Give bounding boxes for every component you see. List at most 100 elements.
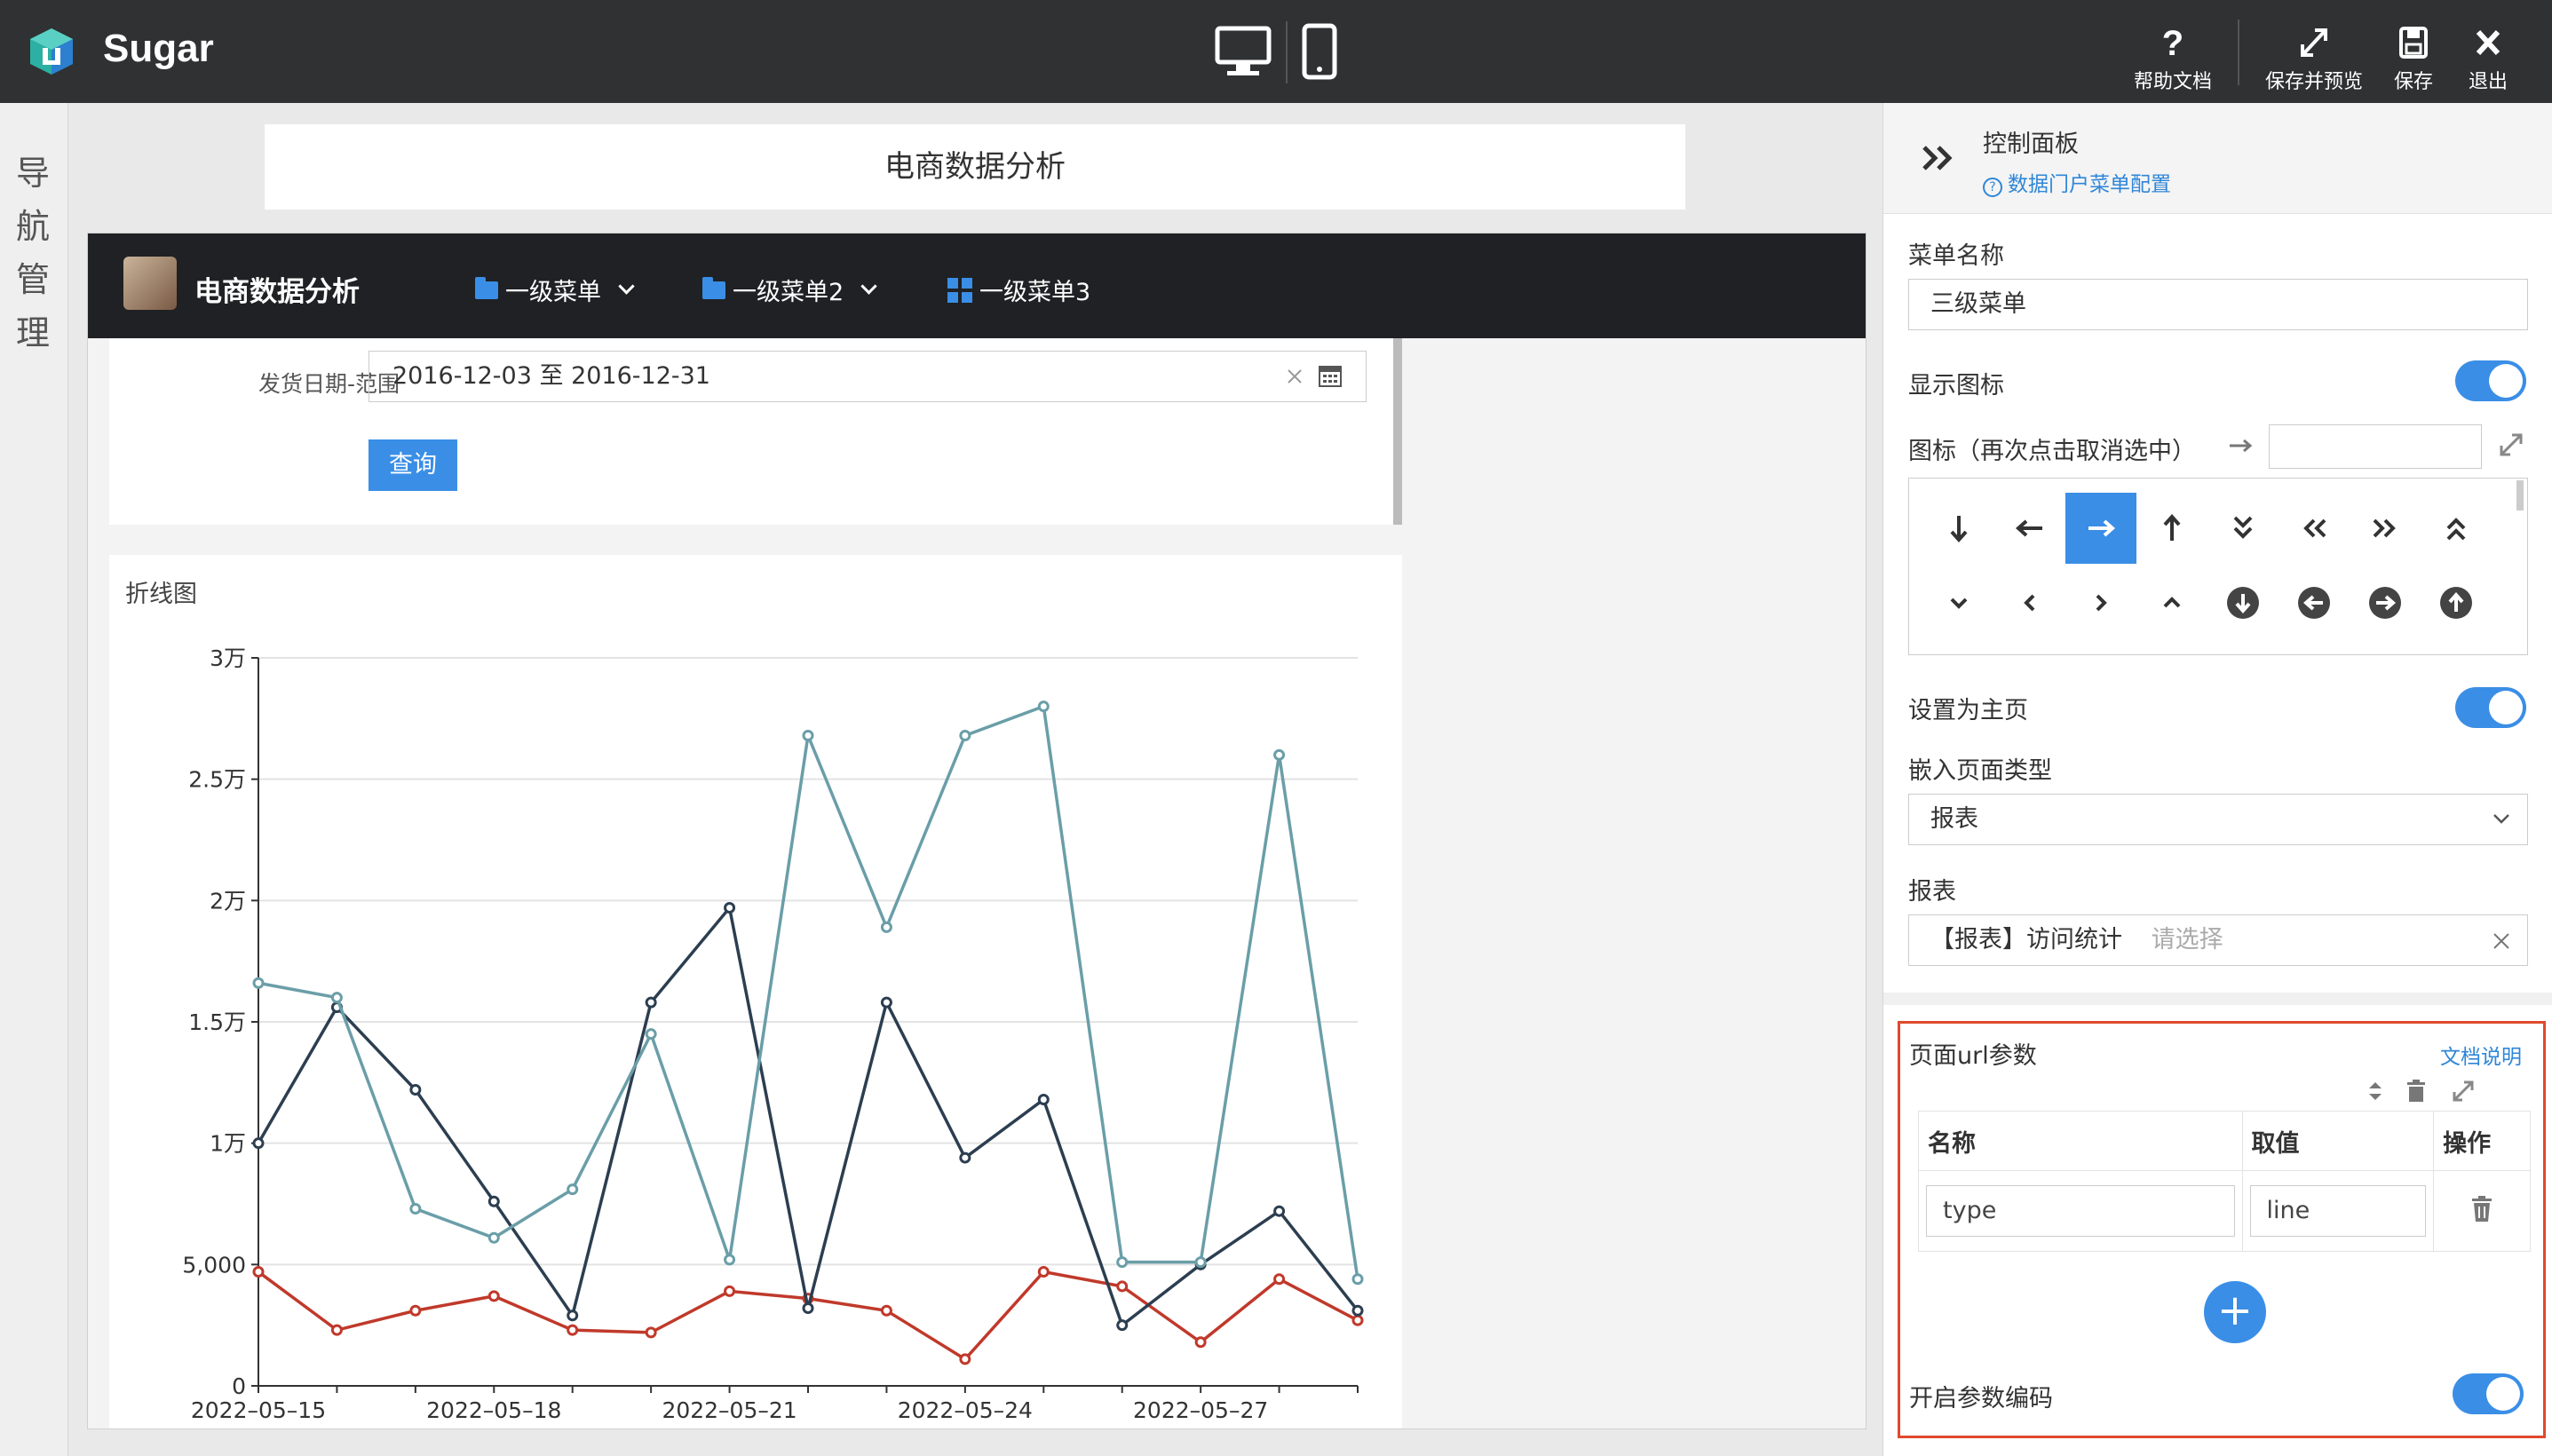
double-chevron-left-icon[interactable] <box>2279 493 2350 564</box>
circle-arrow-down-icon[interactable] <box>2207 567 2279 638</box>
save-preview-button[interactable]: 保存并预览 <box>2255 25 2373 94</box>
data-point <box>1351 1273 1364 1286</box>
double-chevron-down-icon[interactable] <box>2207 493 2279 564</box>
data-point <box>1116 1256 1129 1269</box>
expand-icon[interactable] <box>2451 1079 2476 1104</box>
app-name: Sugar <box>103 27 214 70</box>
top-bar: Sugar ? 帮助文档 保存并预览 保存 退出 <box>0 0 2552 103</box>
nav-char: 航 <box>16 207 51 246</box>
data-point <box>330 1324 343 1336</box>
data-point <box>802 1302 814 1315</box>
set-home-toggle[interactable] <box>2455 687 2526 728</box>
data-point <box>1037 1093 1050 1105</box>
report-placeholder: 请选择 <box>2151 926 2223 954</box>
help-doc-button[interactable]: ? 帮助文档 <box>2124 25 2222 94</box>
trash-icon[interactable] <box>2405 1079 2428 1104</box>
sugar-logo-icon <box>25 25 78 78</box>
embed-type-select[interactable]: 报表 <box>1908 794 2528 845</box>
data-point <box>880 921 892 933</box>
save-preview-label: 保存并预览 <box>2264 71 2363 93</box>
report-select[interactable]: 【报表】访问统计 请选择 <box>1908 914 2528 966</box>
arrow-down-icon[interactable] <box>1923 493 1994 564</box>
portal-menu-config-text: 数据门户菜单配置 <box>2008 173 2171 196</box>
menu-item-1[interactable]: 一级菜单 <box>475 273 635 307</box>
chevron-left-icon[interactable] <box>1994 567 2065 638</box>
query-button[interactable]: 查询 <box>369 439 457 491</box>
menu-name-label: 菜单名称 <box>1908 242 2004 270</box>
question-icon: ? <box>2162 25 2183 60</box>
page-title[interactable]: 电商数据分析 <box>265 124 1685 210</box>
expand-icon <box>2301 28 2327 57</box>
mobile-view-icon[interactable] <box>1302 23 1337 83</box>
chevron-up-icon[interactable] <box>2136 567 2207 638</box>
chevron-right-icon[interactable] <box>2065 567 2136 638</box>
data-point <box>645 1028 657 1041</box>
arrow-up-icon[interactable] <box>2136 493 2207 564</box>
icon-grid-scrollbar[interactable] <box>2516 480 2524 510</box>
data-point <box>409 1084 422 1096</box>
data-point <box>252 977 265 989</box>
chevron-down-icon <box>860 278 877 295</box>
double-chevron-up-icon[interactable] <box>2421 493 2492 564</box>
chevron-down-icon[interactable] <box>1923 567 1994 638</box>
menu-label: 一级菜单3 <box>979 279 1091 306</box>
url-params-section: 页面url参数 文档说明 名称 取值 操作 type line + 开启参数编码 <box>1898 1021 2546 1438</box>
date-range-input[interactable]: 2016-12-03 至 2016-12-31 <box>369 351 1367 402</box>
section-divider <box>1883 993 2552 1005</box>
clear-icon[interactable] <box>1286 368 1304 385</box>
delete-row-icon[interactable] <box>2469 1195 2494 1223</box>
data-point <box>1116 1319 1129 1332</box>
menu-label: 一级菜单2 <box>733 279 844 306</box>
circle-arrow-left-icon[interactable] <box>2279 567 2350 638</box>
portal-title: 电商数据分析 <box>194 276 360 308</box>
panel-header: 控制面板 ? 数据门户菜单配置 <box>1883 103 2552 214</box>
data-point <box>252 1137 265 1150</box>
circle-arrow-up-icon[interactable] <box>2421 567 2492 638</box>
double-chevron-right-icon[interactable] <box>1919 140 1956 176</box>
sort-icon[interactable] <box>2366 1079 2385 1104</box>
circle-arrow-right-icon[interactable] <box>2350 567 2421 638</box>
toolbar-divider <box>1286 21 1288 83</box>
menu-item-3[interactable]: 一级菜单3 <box>947 273 1090 307</box>
expand-icon[interactable] <box>2498 431 2524 458</box>
calendar-icon[interactable] <box>1318 364 1343 389</box>
x-tick-label: 2022–05–15 <box>191 1397 326 1423</box>
data-point <box>409 1202 422 1215</box>
menu-label: 一级菜单 <box>505 279 601 306</box>
param-name-input[interactable]: type <box>1926 1185 2235 1237</box>
param-value-input[interactable]: line <box>2249 1185 2427 1237</box>
menu-item-2[interactable]: 一级菜单2 <box>702 273 877 307</box>
scrollbar[interactable] <box>1393 338 1402 525</box>
desktop-view-icon[interactable] <box>1215 25 1272 82</box>
report-value: 【报表】访问统计 <box>1930 926 2122 954</box>
icon-value-input[interactable] <box>2269 424 2482 469</box>
doc-link[interactable]: 文档说明 <box>2440 1040 2522 1070</box>
add-param-button[interactable]: + <box>2204 1281 2266 1343</box>
avatar <box>123 257 177 310</box>
menu-name-input[interactable]: 三级菜单 <box>1908 279 2528 330</box>
data-point <box>330 992 343 1004</box>
series-line <box>258 704 1359 1279</box>
date-range-value: 2016-12-03 至 2016-12-31 <box>392 362 710 390</box>
x-tick-label: 2022–05–21 <box>662 1397 797 1423</box>
data-point <box>1351 1314 1364 1326</box>
exit-button[interactable]: 退出 <box>2444 25 2532 94</box>
data-point <box>1116 1280 1129 1293</box>
control-panel: 控制面板 ? 数据门户菜单配置 菜单名称 三级菜单 显示图标 图标（再次点击取消选… <box>1882 103 2552 1456</box>
portal-menu-config-link[interactable]: ? 数据门户菜单配置 <box>1983 167 2171 197</box>
clear-icon[interactable] <box>2492 931 2511 951</box>
url-params-label: 页面url参数 <box>1909 1042 2037 1070</box>
help-circle-icon: ? <box>1983 178 2002 197</box>
nav-management-strip[interactable]: 导 航 管 理 <box>0 103 68 1456</box>
embed-type-label: 嵌入页面类型 <box>1908 757 2052 785</box>
arrow-right-icon[interactable] <box>2065 493 2136 564</box>
arrow-left-icon[interactable] <box>1994 493 2065 564</box>
line-chart-card: 折线图 0 5,000 1万 1.5万 2万 2.5万 3万 2022–05–15 2022–0… <box>109 555 1402 1428</box>
param-encode-toggle[interactable] <box>2453 1373 2524 1414</box>
close-icon <box>2476 29 2500 56</box>
show-icon-toggle[interactable] <box>2455 360 2526 401</box>
data-point <box>1273 1205 1286 1217</box>
filter-card: 发货日期-范围 2016-12-03 至 2016-12-31 查询 <box>109 338 1402 525</box>
data-point <box>1194 1256 1207 1269</box>
double-chevron-right-icon[interactable] <box>2350 493 2421 564</box>
